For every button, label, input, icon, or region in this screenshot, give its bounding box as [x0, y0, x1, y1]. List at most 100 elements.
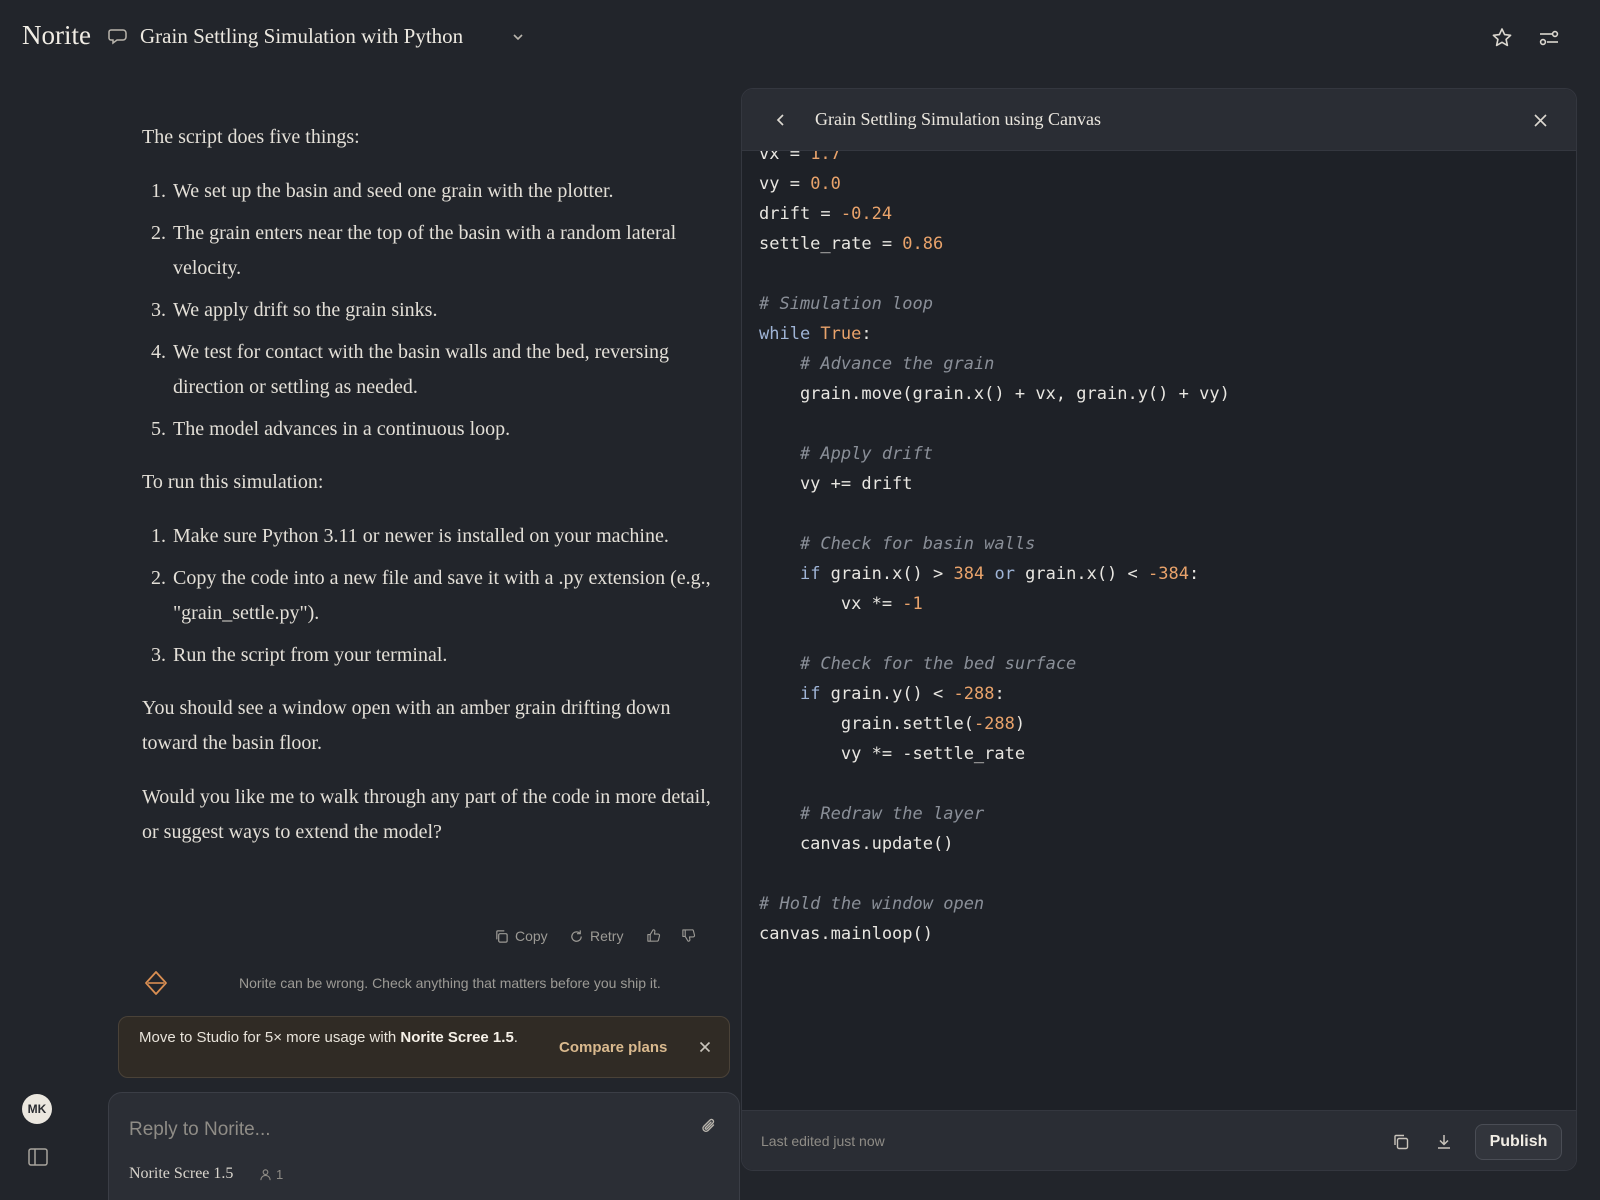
chevron-down-icon[interactable] — [511, 30, 525, 44]
paperclip-icon[interactable] — [699, 1116, 719, 1136]
publish-button[interactable]: Publish — [1475, 1124, 1562, 1160]
code-token: vy *= -settle_rate — [759, 744, 1026, 764]
code-token: : — [994, 684, 1005, 704]
participants-indicator: 1 — [259, 1167, 283, 1182]
code-block: vx = 1.7 vy = 0.0 drift = -0.24 settle_rate… — [759, 151, 1230, 949]
code-token: ) — [1014, 714, 1026, 734]
code-token: if — [799, 684, 831, 704]
reply-input[interactable] — [129, 1115, 669, 1145]
code-token: : — [861, 324, 872, 344]
copy-icon[interactable] — [1391, 1132, 1411, 1152]
top-bar: Norite Grain Settling Simulation with Py… — [0, 0, 1600, 76]
model-selector[interactable]: Norite Scree 1.5 — [129, 1165, 233, 1183]
code-token: while — [759, 324, 821, 344]
code-token: # Simulation loop — [759, 294, 933, 314]
code-line: settle_rate = 0.86 — [759, 229, 1230, 259]
code-token: 0.86 — [902, 234, 944, 254]
code-line: # Advance the grain — [759, 349, 1230, 379]
code-token: if — [799, 564, 831, 584]
code-token: grain.x() > — [830, 564, 954, 584]
code-token: -0.24 — [840, 204, 893, 224]
code-token: grain.settle( — [759, 714, 974, 734]
code-line: vy *= -settle_rate — [759, 739, 1230, 769]
code-token: grain.move(grain.x() + vx, grain.y() + v… — [759, 384, 1230, 404]
code-token: drift = — [759, 204, 841, 224]
code-token: # Check for basin walls — [799, 534, 1036, 554]
thumbs-up-button[interactable] — [646, 928, 661, 943]
code-token: vy += drift — [759, 474, 913, 494]
message-followup: Would you like me to walk through any pa… — [142, 786, 711, 843]
close-icon[interactable] — [697, 1039, 713, 1055]
reply-composer: Norite Scree 1.5 1 — [108, 1092, 740, 1200]
code-line: # Hold the window open — [759, 889, 1230, 919]
code-token: -384 — [1148, 564, 1189, 584]
list-item: 1. Make sure Python 3.11 or newer is inst… — [151, 525, 669, 547]
thumbs-down-icon — [682, 929, 696, 942]
code-line: # Apply drift — [759, 439, 1230, 469]
code-token: # Advance the grain — [799, 354, 995, 374]
code-line: canvas.mainloop() — [759, 919, 1230, 949]
code-token: # Redraw the layer — [799, 804, 985, 824]
conversation-title[interactable]: Grain Settling Simulation with Python — [140, 24, 463, 49]
code-token: 0.0 — [810, 174, 841, 194]
code-token: settle_rate = — [759, 234, 903, 254]
user-avatar[interactable]: MK — [22, 1094, 52, 1124]
thumbs-down-button[interactable] — [681, 928, 696, 943]
panel-header: Grain Settling Simulation using Canvas — [742, 89, 1576, 151]
code-token: canvas.mainloop() — [759, 924, 933, 944]
code-token: grain.y() < — [830, 684, 954, 704]
run-heading: To run this simulation: — [142, 471, 324, 493]
code-line: while True: — [759, 319, 1230, 349]
code-token: vx *= — [759, 594, 903, 614]
list-item: 3. We apply drift so the grain sinks. — [151, 299, 438, 321]
settings-sliders-icon[interactable] — [1537, 26, 1561, 50]
steps-list: 1. We set up the basin and seed one grain… — [142, 174, 717, 447]
code-token: 1.7 — [810, 151, 841, 164]
chevron-left-icon[interactable] — [772, 111, 790, 129]
code-token: vy = — [759, 174, 811, 194]
list-item: 2. Copy the code into a new file and save… — [151, 567, 711, 624]
retry-button[interactable]: Retry — [569, 928, 623, 944]
code-line: vy += drift — [759, 469, 1230, 499]
code-canvas-panel: Grain Settling Simulation using Canvas v… — [741, 88, 1577, 1171]
disclaimer-text: Norite can be wrong. Check anything that… — [239, 975, 661, 991]
panel-title: Grain Settling Simulation using Canvas — [815, 109, 1101, 129]
list-item: 2. The grain enters near the top of the b… — [151, 222, 677, 279]
star-icon[interactable] — [1490, 26, 1514, 50]
copy-button[interactable]: Copy — [494, 928, 548, 944]
code-token: -288 — [953, 684, 995, 704]
code-token: or — [984, 564, 1026, 584]
code-token: # Hold the window open — [759, 894, 985, 914]
list-item: 3. Run the script from your terminal. — [151, 644, 448, 666]
code-token: grain.x() < — [1025, 564, 1148, 584]
code-line: if grain.x() > 384 or grain.x() < -384: — [759, 559, 1230, 589]
code-token: # Check for the bed surface — [799, 654, 1077, 674]
assistant-message: The script does five things: 1. We set up… — [142, 120, 717, 869]
brand-logo[interactable]: Norite — [22, 20, 91, 51]
close-icon[interactable] — [1532, 112, 1549, 129]
code-line: if grain.y() < -288: — [759, 679, 1230, 709]
thumbs-up-icon — [647, 929, 661, 942]
code-viewer[interactable]: vx = 1.7 vy = 0.0 drift = -0.24 settle_rate… — [742, 151, 1576, 1109]
run-steps-list: 1. Make sure Python 3.11 or newer is inst… — [142, 519, 717, 673]
sidebar-toggle-icon[interactable] — [28, 1148, 48, 1166]
code-token: -1 — [902, 594, 923, 614]
code-token: True — [820, 324, 862, 344]
code-line: vx *= -1 — [759, 589, 1230, 619]
code-token: canvas.update() — [759, 834, 954, 854]
code-token: -288 — [973, 714, 1015, 734]
code-line: vx = 1.7 — [759, 151, 1230, 169]
download-icon[interactable] — [1434, 1132, 1454, 1152]
compare-plans-link[interactable]: Compare plans — [559, 1039, 667, 1056]
panel-footer: Last edited just now Publish — [742, 1110, 1576, 1170]
code-line: grain.settle(-288) — [759, 709, 1230, 739]
message-intro: The script does five things: — [142, 126, 360, 148]
